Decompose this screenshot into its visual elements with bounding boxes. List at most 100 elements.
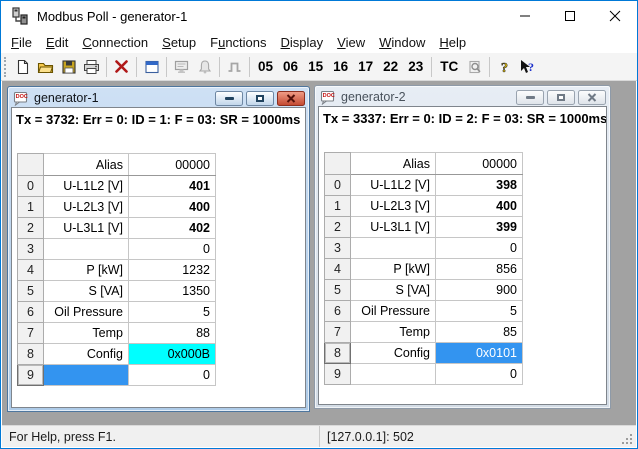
value-cell[interactable]: 401: [129, 176, 216, 197]
test-center-button[interactable]: TC: [435, 59, 463, 74]
child-minimize-button[interactable]: [215, 91, 243, 106]
alias-cell[interactable]: P [kW]: [44, 260, 129, 281]
alarm-button[interactable]: [193, 55, 216, 78]
alias-cell[interactable]: U-L1L2 [V]: [351, 175, 436, 196]
function-06-button[interactable]: 06: [278, 59, 303, 74]
child-title-bar[interactable]: DOC generator-2: [315, 86, 610, 106]
menu-item-setup[interactable]: Setup: [155, 32, 203, 53]
row-number-cell[interactable]: 2: [18, 218, 44, 239]
function-17-button[interactable]: 17: [353, 59, 378, 74]
function-15-button[interactable]: 15: [303, 59, 328, 74]
row-number-cell[interactable]: 3: [18, 239, 44, 260]
row-number-cell[interactable]: 5: [18, 281, 44, 302]
row-number-cell[interactable]: 7: [18, 323, 44, 344]
row-number-cell[interactable]: 0: [325, 175, 351, 196]
row-number-cell[interactable]: 6: [18, 302, 44, 323]
value-cell[interactable]: 0: [436, 238, 523, 259]
value-cell[interactable]: 399: [436, 217, 523, 238]
save-button[interactable]: [57, 55, 80, 78]
alias-cell[interactable]: Oil Pressure: [44, 302, 129, 323]
child-title-bar[interactable]: DOC generator-1: [8, 87, 309, 107]
value-cell[interactable]: 0: [129, 365, 216, 386]
alias-cell[interactable]: Temp: [44, 323, 129, 344]
open-file-button[interactable]: [34, 55, 57, 78]
value-cell[interactable]: 85: [436, 322, 523, 343]
alias-cell[interactable]: [351, 364, 436, 385]
value-cell[interactable]: 1350: [129, 281, 216, 302]
menu-item-functions[interactable]: Functions: [203, 32, 273, 53]
row-number-cell[interactable]: 7: [325, 322, 351, 343]
value-cell[interactable]: 402: [129, 218, 216, 239]
alias-cell[interactable]: Config: [44, 344, 129, 365]
alias-cell[interactable]: U-L2L3 [V]: [351, 196, 436, 217]
value-cell[interactable]: 398: [436, 175, 523, 196]
alias-cell[interactable]: Config: [351, 343, 436, 364]
alias-cell[interactable]: Oil Pressure: [351, 301, 436, 322]
alias-cell[interactable]: Temp: [351, 322, 436, 343]
print-button[interactable]: [80, 55, 103, 78]
disconnect-button[interactable]: [110, 55, 133, 78]
pulse-button[interactable]: [223, 55, 246, 78]
child-restore-button[interactable]: [547, 90, 575, 105]
row-number-cell[interactable]: 3: [325, 238, 351, 259]
value-cell[interactable]: 1232: [129, 260, 216, 281]
close-button[interactable]: [592, 1, 637, 31]
alias-cell[interactable]: U-L3L1 [V]: [351, 217, 436, 238]
value-cell[interactable]: 88: [129, 323, 216, 344]
new-document-button[interactable]: [11, 55, 34, 78]
title-bar[interactable]: Modbus Poll - generator-1: [1, 1, 637, 31]
function-23-button[interactable]: 23: [403, 59, 428, 74]
communication-button[interactable]: [170, 55, 193, 78]
function-05-button[interactable]: 05: [253, 59, 278, 74]
child-close-button[interactable]: [578, 90, 606, 105]
alias-cell[interactable]: U-L1L2 [V]: [44, 176, 129, 197]
value-cell[interactable]: 856: [436, 259, 523, 280]
value-cell[interactable]: 5: [436, 301, 523, 322]
alias-cell[interactable]: U-L2L3 [V]: [44, 197, 129, 218]
row-number-cell[interactable]: 5: [325, 280, 351, 301]
child-window-generator-2[interactable]: DOC generator-2 Tx = 3337: Err = 0: ID =…: [314, 85, 611, 409]
menu-item-connection[interactable]: Connection: [75, 32, 155, 53]
row-number-cell[interactable]: 8: [325, 343, 351, 364]
value-cell[interactable]: 400: [129, 197, 216, 218]
child-window-generator-1[interactable]: DOC generator-1 Tx = 3732: Err = 0: ID =…: [7, 86, 310, 412]
row-number-cell[interactable]: 4: [325, 259, 351, 280]
alias-cell[interactable]: P [kW]: [351, 259, 436, 280]
menu-item-view[interactable]: View: [330, 32, 372, 53]
row-number-cell[interactable]: 9: [325, 364, 351, 385]
maximize-button[interactable]: [547, 1, 592, 31]
function-16-button[interactable]: 16: [328, 59, 353, 74]
row-number-cell[interactable]: 0: [18, 176, 44, 197]
row-number-cell[interactable]: 6: [325, 301, 351, 322]
value-cell[interactable]: 0x000B: [129, 344, 216, 365]
resize-grip[interactable]: [619, 431, 635, 447]
alias-cell[interactable]: [44, 365, 129, 386]
value-cell[interactable]: 0x0101: [436, 343, 523, 364]
minimize-button[interactable]: [502, 1, 547, 31]
read-write-definition-button[interactable]: [140, 55, 163, 78]
row-number-cell[interactable]: 2: [325, 217, 351, 238]
child-close-button[interactable]: [277, 91, 305, 106]
alias-cell[interactable]: [44, 239, 129, 260]
child-minimize-button[interactable]: [516, 90, 544, 105]
context-help-button[interactable]: ?: [516, 55, 539, 78]
row-number-cell[interactable]: 8: [18, 344, 44, 365]
alias-cell[interactable]: U-L3L1 [V]: [44, 218, 129, 239]
value-cell[interactable]: 0: [436, 364, 523, 385]
alias-cell[interactable]: S [VA]: [44, 281, 129, 302]
row-number-cell[interactable]: 9: [18, 365, 44, 386]
menu-item-file[interactable]: File: [4, 32, 39, 53]
menu-item-display[interactable]: Display: [274, 32, 331, 53]
help-button[interactable]: ?: [493, 55, 516, 78]
child-restore-button[interactable]: [246, 91, 274, 106]
function-22-button[interactable]: 22: [378, 59, 403, 74]
alias-cell[interactable]: [351, 238, 436, 259]
alias-cell[interactable]: S [VA]: [351, 280, 436, 301]
row-number-cell[interactable]: 1: [325, 196, 351, 217]
toolbar-gripper[interactable]: [4, 57, 7, 77]
menu-item-help[interactable]: Help: [432, 32, 473, 53]
row-number-cell[interactable]: 1: [18, 197, 44, 218]
value-cell[interactable]: 0: [129, 239, 216, 260]
zoom-document-button[interactable]: [463, 55, 486, 78]
value-cell[interactable]: 400: [436, 196, 523, 217]
